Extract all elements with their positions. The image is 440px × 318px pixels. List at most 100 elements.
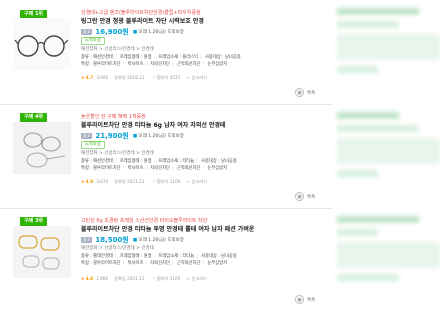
- meta-row: ★ 4.8 1,800 등록일 2021.11. ♡ 찜하기 3109 ⚠ 신고…: [81, 275, 321, 283]
- truck-icon: ■: [132, 133, 138, 139]
- price: 16,900원: [95, 27, 129, 36]
- truck-icon: ■: [132, 237, 138, 243]
- side-ad-card[interactable]: [337, 216, 440, 306]
- talk-label: 톡톡: [307, 90, 316, 96]
- spec-item: 눈부심방지: [207, 261, 228, 266]
- spec-item: 프레임형태 : 원형: [119, 159, 152, 164]
- rank-badge: 구매 3위: [20, 217, 48, 226]
- category-breadcrumb[interactable]: 패션잡화 > 선글라스/안경테 > 안경테: [81, 149, 321, 158]
- rank-badge: 구매 4위: [20, 113, 48, 122]
- star-icon: ★: [81, 75, 85, 80]
- talk-button[interactable]: ● 톡톡: [295, 192, 315, 201]
- spec-item: 특징 : 블루라이트차단: [81, 261, 121, 266]
- siren-icon: ⚠: [186, 276, 191, 281]
- product-image[interactable]: [13, 18, 71, 70]
- talk-button[interactable]: ● 톡톡: [295, 295, 315, 304]
- register-date: 등록일 2021.11.: [114, 179, 146, 184]
- product-title-link[interactable]: 링그란 안경 청광 블루라이트 차단 시력보호 안경: [81, 17, 321, 26]
- review-count[interactable]: 3,900: [96, 74, 108, 82]
- price: 18,500원: [95, 235, 129, 244]
- shipping-info: 모레 1.26(금) 도착보장: [138, 29, 184, 35]
- spec-item: 근적외선차단: [176, 166, 201, 171]
- product-title-link[interactable]: 블루라이트차단 안경 티타늄 투명 안경테 뿔테 여자 남자 패션 가벼운: [81, 225, 321, 234]
- spec-item: 눈부심방지: [207, 166, 228, 171]
- spec-item: 빅사이즈: [127, 261, 144, 266]
- product-info: 고탄성 6g 초경량 프레임 스산선안경 타이오블루라이트 차단 블루라이트차단…: [81, 217, 321, 283]
- spec-item: 종류 : 패션안경테: [81, 159, 113, 164]
- divider: [0, 208, 332, 209]
- spec-item: 특징 : 블루라이트차단: [81, 166, 121, 171]
- chat-icon: ●: [295, 192, 304, 201]
- spec-item: 프레임형태 : 원형: [119, 55, 152, 60]
- promo-text: 고탄성 6g 초경량 프레임 스산선안경 타이오블루라이트 차단: [81, 218, 208, 224]
- spec-item: 눈부심방지: [207, 62, 228, 67]
- side-ad-column: [331, 0, 440, 318]
- talk-label: 톡톡: [307, 194, 316, 200]
- star-icon: ★: [81, 179, 85, 184]
- wish-button[interactable]: 찜하기 1100: [157, 179, 181, 184]
- truck-icon: ■: [132, 29, 138, 35]
- rating: 4.9: [85, 179, 94, 184]
- heart-icon: ♡: [151, 179, 156, 184]
- spec-item: 종류 : 뿔테안경테: [81, 254, 113, 259]
- talk-label: 톡톡: [307, 297, 316, 303]
- spec-item: 사용대상 : 남녀공용: [201, 159, 237, 164]
- product-info: 안경테+고급 렌즈(블루라이트차단안경)클립+파우치증정 링그란 안경 청광 블…: [81, 9, 321, 82]
- side-ad-card[interactable]: [337, 112, 440, 202]
- spec-item: 자외선차단: [150, 166, 170, 171]
- search-results-page: 구매 1위 안경테+고급 렌즈(블루라이트차단안경)클립+파우치증정 링그란 안…: [0, 0, 440, 318]
- register-date: 등록일 2021.11.: [114, 276, 146, 281]
- talk-button[interactable]: ● 톡톡: [295, 88, 315, 97]
- report-button[interactable]: 신고하기: [192, 276, 207, 281]
- round-glasses-icon: [14, 35, 69, 57]
- product-title-link[interactable]: 블루라이트차단 안경 티타늄 6g 남자 여자 자외선 안경테: [81, 121, 321, 130]
- wish-button[interactable]: 찜하기 3109: [157, 276, 181, 281]
- report-button[interactable]: 신고하기: [192, 179, 207, 184]
- product-image[interactable]: [13, 122, 71, 174]
- category-breadcrumb[interactable]: 패션잡화 > 선글라스/안경테 > 안경테: [81, 244, 321, 253]
- spec-item: 빅사이즈: [127, 62, 144, 67]
- meta-row: ★ 4.7 3,900 등록일 2018.11. ♡ 찜하기 4531 ⚠ 신고…: [81, 74, 321, 82]
- spec-item: 사용대상 : 남녀공용: [201, 254, 237, 259]
- review-count[interactable]: 1,800: [96, 275, 108, 283]
- spec-item: 자외선차단: [150, 62, 170, 67]
- product-image[interactable]: [13, 226, 71, 278]
- promo-text: 늦은할인 한 구매 혜택 1개증정: [81, 114, 146, 120]
- shipping-info: 모레 1.26(금) 도착보장: [138, 133, 184, 139]
- titanium-glasses-icon: [13, 122, 71, 174]
- spec-line: 특징 : 블루라이트차단 | 빅사이즈 | 자외선차단 | 근적외선차단 | 눈부심방지: [81, 261, 228, 266]
- spec-line: 종류 : 패션안경테 | 프레임형태 : 원형 | 프레임소재 : 플라스틱 | 사용…: [81, 55, 241, 60]
- shipping-info: 모레 1.26(금) 도착보장: [138, 237, 184, 243]
- spec-item: 근적외선차단: [176, 261, 201, 266]
- register-date: 등록일 2018.11.: [114, 75, 146, 80]
- spec-item: 프레임형태 : 원형: [119, 254, 152, 259]
- rating: 4.7: [85, 75, 94, 80]
- review-count[interactable]: 3,670: [96, 178, 108, 186]
- delivery-badge: 도착보장: [81, 37, 105, 45]
- spec-line: 특징 : 블루라이트차단 | 빅사이즈 | 자외선차단 | 근적외선차단 | 눈부심방지: [81, 166, 228, 171]
- price: 21,900원: [95, 131, 129, 140]
- meta-row: ★ 4.9 3,670 등록일 2021.11. ♡ 찜하기 1100 ⚠ 신고…: [81, 178, 321, 186]
- heart-icon: ♡: [151, 75, 156, 80]
- report-button[interactable]: 신고하기: [192, 75, 207, 80]
- spec-item: 사용대상 : 남녀공용: [204, 55, 241, 60]
- promo-text: 안경테+고급 렌즈(블루라이트차단안경)클립+파우치증정: [81, 10, 201, 16]
- ad-label: 광고: [81, 132, 93, 139]
- star-icon: ★: [81, 276, 85, 281]
- delivery-badge: 도착보장: [81, 141, 105, 149]
- wish-button[interactable]: 찜하기 4531: [157, 75, 181, 80]
- ad-label: 광고: [81, 236, 93, 243]
- ad-label: 광고: [81, 28, 93, 35]
- rating: 4.8: [85, 276, 94, 281]
- side-ad-card[interactable]: [337, 8, 440, 98]
- spec-item: 프레임소재 : 티타늄: [158, 254, 195, 259]
- spec-item: 자외선차단: [150, 261, 170, 266]
- chat-icon: ●: [295, 88, 304, 97]
- spec-item: 종류 : 패션안경테: [81, 55, 113, 60]
- spec-item: 빅사이즈: [127, 166, 144, 171]
- siren-icon: ⚠: [186, 179, 191, 184]
- spec-item: 근적외선차단: [176, 62, 201, 67]
- category-breadcrumb[interactable]: 패션잡화 > 선글라스/안경테 > 안경테: [81, 45, 321, 54]
- spec-item: 프레임소재 : 티타늄: [158, 159, 195, 164]
- spec-item: 특징 : 블루라이트차단: [81, 62, 121, 67]
